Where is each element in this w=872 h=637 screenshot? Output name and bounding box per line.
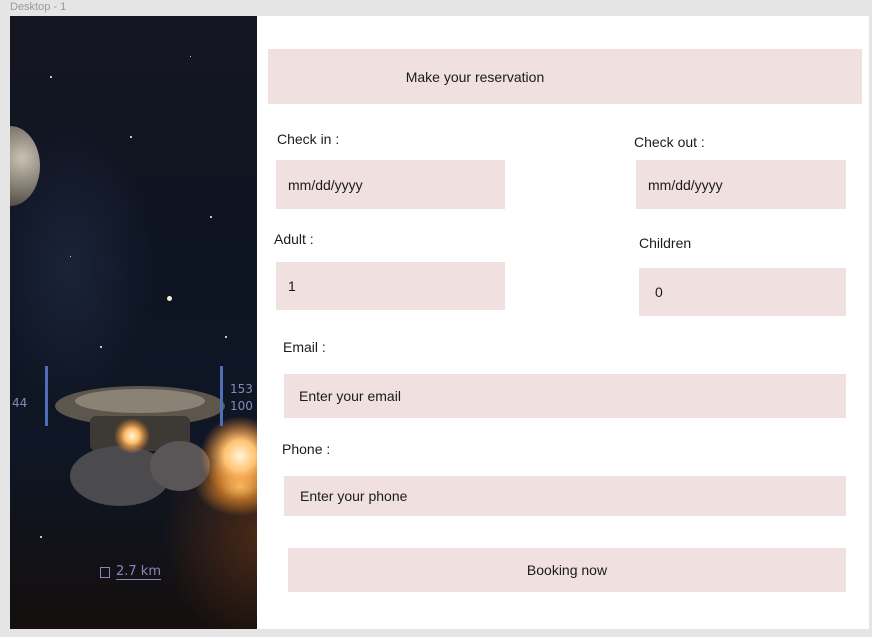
- distance-indicator: 2.7 km: [100, 564, 161, 580]
- booking-now-button[interactable]: Booking now: [288, 548, 846, 592]
- check-in-field[interactable]: [276, 160, 505, 209]
- star: [50, 76, 52, 78]
- hud-readout-left: 44: [12, 396, 28, 410]
- hud-readout-right-top: 153: [230, 382, 253, 396]
- hud-readout-right-bottom: 100: [230, 399, 253, 413]
- children-field[interactable]: [639, 268, 846, 316]
- star: [100, 346, 102, 348]
- star: [225, 336, 227, 338]
- star: [210, 216, 212, 218]
- spaceship-illustration: [45, 366, 257, 506]
- phone-field[interactable]: [284, 476, 846, 516]
- star: [40, 536, 42, 538]
- reservation-form: Make your reservation Check in : Check o…: [257, 16, 869, 629]
- star: [130, 136, 132, 138]
- waypoint-icon: [100, 566, 110, 578]
- check-out-label: Check out :: [634, 134, 705, 150]
- star: [167, 296, 172, 301]
- adult-field[interactable]: [276, 262, 505, 310]
- star: [190, 56, 191, 57]
- email-label: Email :: [283, 339, 326, 355]
- form-heading: Make your reservation: [268, 49, 862, 104]
- hero-space-image: 44 153 100 2.7 km: [10, 16, 257, 629]
- desktop-frame: 44 153 100 2.7 km Make your reservation …: [10, 16, 869, 629]
- email-field[interactable]: [284, 374, 846, 418]
- distance-label: 2.7 km: [116, 564, 161, 580]
- star: [70, 256, 71, 257]
- children-label: Children: [639, 235, 692, 251]
- frame-title: Desktop - 1: [10, 1, 67, 13]
- check-in-label: Check in :: [277, 131, 340, 147]
- adult-label: Adult :: [274, 231, 314, 247]
- phone-label: Phone :: [282, 441, 331, 457]
- planet-shape: [10, 126, 40, 206]
- check-out-field[interactable]: [636, 160, 846, 209]
